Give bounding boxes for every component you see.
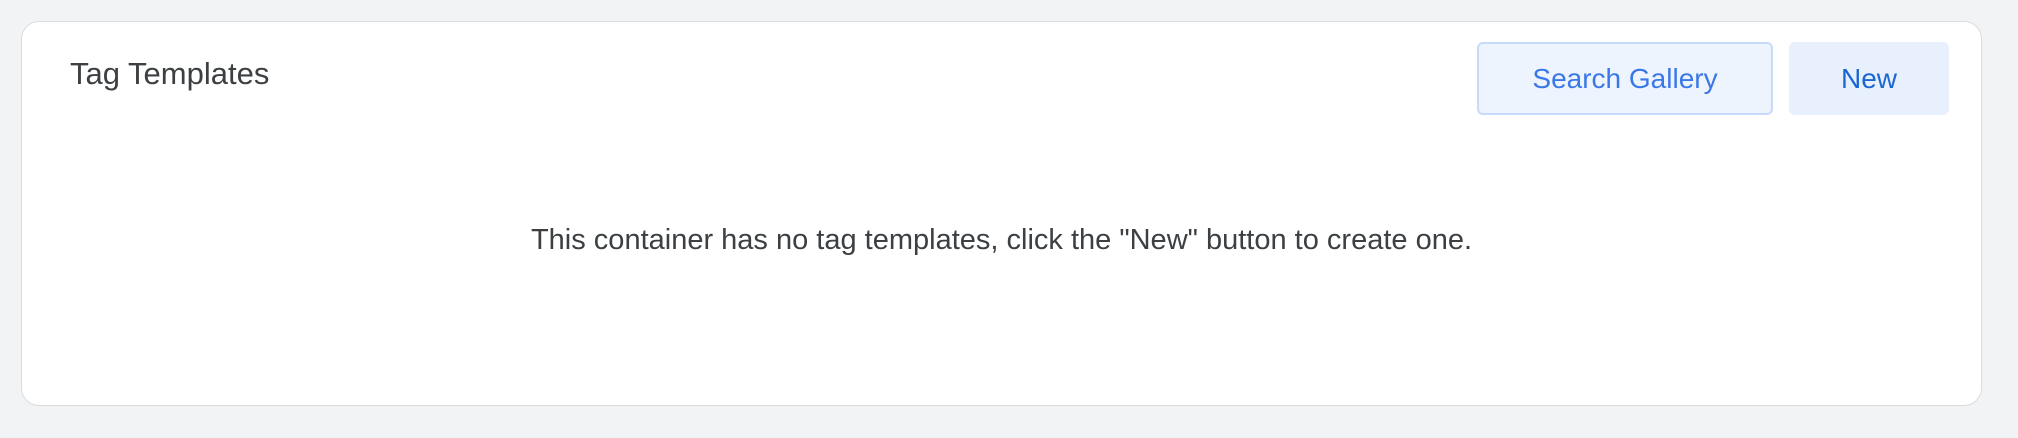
search-gallery-button[interactable]: Search Gallery — [1477, 42, 1773, 115]
panel-title: Tag Templates — [70, 56, 270, 91]
new-button[interactable]: New — [1789, 42, 1949, 115]
panel-actions: Search Gallery New — [1477, 42, 1949, 115]
empty-state-message: This container has no tag templates, cli… — [530, 224, 1473, 256]
tag-templates-card: Tag Templates Search Gallery New This co… — [21, 21, 1982, 406]
